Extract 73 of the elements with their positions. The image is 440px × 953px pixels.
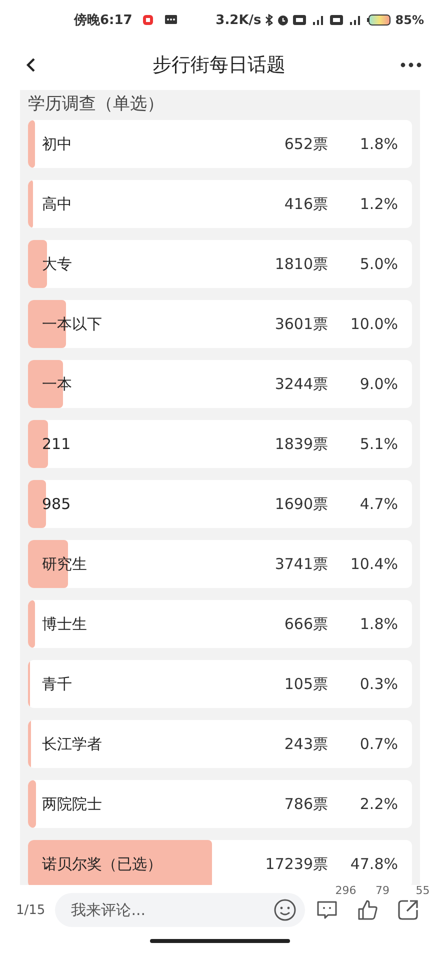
like-count: 79 [375,884,390,897]
emoji-icon[interactable] [273,898,298,922]
vote-count: 3601票 [274,314,328,334]
vote-percent: 5.1% [358,435,399,453]
vote-percent: 1.2% [358,195,399,213]
vote-count: 1810票 [274,254,328,274]
vote-count: 416票 [283,194,328,214]
vote-count: 1839票 [274,434,328,454]
bluetooth-icon [265,14,274,26]
vote-percent: 0.7% [358,735,399,753]
hd-icon [330,15,344,25]
option-label: 长江学者 [41,734,103,754]
poll-option[interactable]: 博士生 666票 1.8% [28,600,412,648]
vote-percent: 10.4% [349,555,399,573]
page-title: 步行街每日话题 [152,53,286,78]
option-label: 两院院士 [41,794,103,814]
network-speed: 3.2K/s [216,12,262,28]
share-count: 55 [416,884,430,897]
vote-percent: 47.8% [349,855,399,873]
more-icon[interactable] [400,62,422,68]
vote-count: 652票 [283,134,328,154]
app-notification-icon [142,14,154,26]
vote-percent: 5.0% [358,255,399,273]
vote-percent: 2.2% [358,795,399,813]
option-label: 大专 [41,254,73,274]
option-label: 青千 [41,674,73,694]
option-label: 211 [41,435,72,453]
poll-option[interactable]: 两院院士 786票 2.2% [28,780,412,828]
option-label: 诺贝尔奖（已选） [41,854,163,874]
option-label: 一本以下 [41,314,103,334]
poll-option[interactable]: 211 1839票 5.1% [28,420,412,468]
vote-percent: 9.0% [358,375,399,393]
vote-percent: 1.8% [358,135,399,153]
message-icon [164,14,178,26]
poll-option[interactable]: 大专 1810票 5.0% [28,240,412,288]
vote-percent: 0.3% [358,675,399,693]
hd-icon [293,15,306,25]
vote-count: 105票 [283,674,328,694]
share-icon[interactable] [396,898,420,922]
page-counter: 1/15 [16,902,46,918]
option-label: 985 [41,495,72,513]
vote-count: 666票 [283,614,328,634]
vote-count: 1690票 [274,494,328,514]
poll-option[interactable]: 一本 3244票 9.0% [28,360,412,408]
vote-percent: 1.8% [358,615,399,633]
poll-option[interactable]: 一本以下 3601票 10.0% [28,300,412,348]
vote-count: 3741票 [274,554,328,574]
vote-count: 786票 [283,794,328,814]
poll-option[interactable]: 初中 652票 1.8% [28,120,412,168]
vote-percent: 4.7% [358,495,399,513]
battery-icon [367,14,392,26]
option-label: 博士生 [41,614,88,634]
vote-count: 243票 [283,734,328,754]
vote-count: 17239票 [264,854,328,874]
poll-option[interactable]: 青千 105票 0.3% [28,660,412,708]
back-icon[interactable] [24,56,38,74]
comment-count: 296 [335,884,356,897]
battery-percent: 85% [395,13,424,27]
vote-count: 3244票 [274,374,328,394]
option-label: 高中 [41,194,73,214]
option-label: 研究生 [41,554,88,574]
option-label: 初中 [41,134,73,154]
poll-option[interactable]: 诺贝尔奖（已选） 17239票 47.8% [28,840,412,885]
comment-field[interactable]: 我来评论... [55,893,306,927]
status-time: 傍晚6:17 [74,12,132,29]
poll-title: 学历调查（单选） [28,93,165,116]
poll-option[interactable]: 高中 416票 1.2% [28,180,412,228]
alarm-icon [277,14,290,26]
vote-percent: 10.0% [349,315,399,333]
poll-option[interactable]: 985 1690票 4.7% [28,480,412,528]
poll-option[interactable]: 研究生 3741票 10.4% [28,540,412,588]
option-label: 一本 [41,374,73,394]
poll-option[interactable]: 长江学者 243票 0.7% [28,720,412,768]
